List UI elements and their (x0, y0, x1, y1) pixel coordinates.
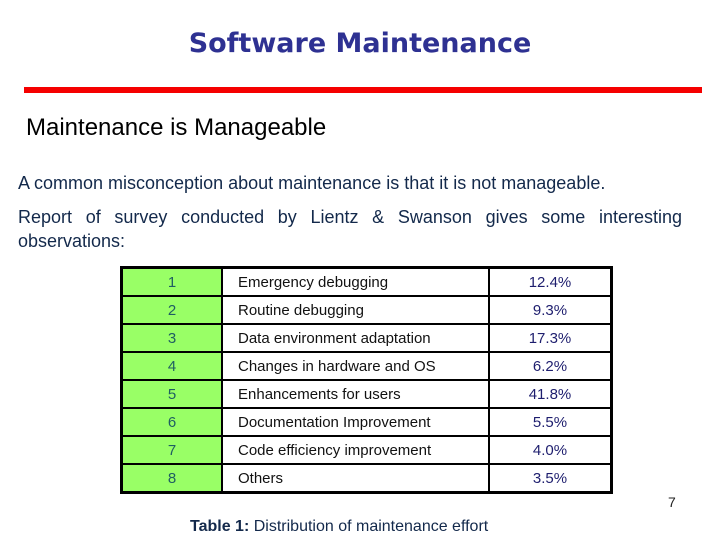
table-caption: Table 1: Distribution of maintenance eff… (190, 518, 488, 536)
row-effort: 5.5% (488, 407, 613, 437)
row-number: 1 (120, 266, 223, 297)
table-row: 6 Documentation Improvement 5.5% (120, 407, 613, 437)
page-number: 7 (668, 494, 676, 510)
row-number: 7 (120, 435, 223, 465)
row-effort: 17.3% (488, 323, 613, 353)
row-activity: Emergency debugging (221, 266, 490, 297)
maintenance-effort-table: 1 Emergency debugging 12.4% 2 Routine de… (120, 266, 613, 494)
table-row: 2 Routine debugging 9.3% (120, 295, 613, 325)
paragraph-misconception: A common misconception about maintenance… (18, 173, 606, 193)
row-activity: Changes in hardware and OS (221, 351, 490, 381)
row-effort: 6.2% (488, 351, 613, 381)
row-activity: Code efficiency improvement (221, 435, 490, 465)
table-row: 3 Data environment adaptation 17.3% (120, 323, 613, 353)
table-row: 1 Emergency debugging 12.4% (120, 266, 613, 297)
row-activity: Data environment adaptation (221, 323, 490, 353)
row-effort: 4.0% (488, 435, 613, 465)
row-effort: 41.8% (488, 379, 613, 409)
caption-text: Distribution of maintenance effort (249, 518, 489, 535)
row-activity: Others (221, 463, 490, 494)
row-number: 8 (120, 463, 223, 494)
row-effort: 3.5% (488, 463, 613, 494)
title-divider (24, 87, 702, 93)
row-number: 4 (120, 351, 223, 381)
row-effort: 12.4% (488, 266, 613, 297)
row-activity: Enhancements for users (221, 379, 490, 409)
row-number: 3 (120, 323, 223, 353)
row-activity: Routine debugging (221, 295, 490, 325)
slide-subtitle: Maintenance is Manageable (26, 114, 327, 141)
table-row: 7 Code efficiency improvement 4.0% (120, 435, 613, 465)
row-activity: Documentation Improvement (221, 407, 490, 437)
row-number: 5 (120, 379, 223, 409)
paragraph-survey: Report of survey conducted by Lientz & S… (18, 207, 682, 251)
table-row: 5 Enhancements for users 41.8% (120, 379, 613, 409)
row-effort: 9.3% (488, 295, 613, 325)
row-number: 6 (120, 407, 223, 437)
slide-title: Software Maintenance (188, 28, 532, 59)
table-row: 8 Others 3.5% (120, 463, 613, 494)
table-row: 4 Changes in hardware and OS 6.2% (120, 351, 613, 381)
row-number: 2 (120, 295, 223, 325)
caption-label: Table 1: (190, 518, 250, 535)
